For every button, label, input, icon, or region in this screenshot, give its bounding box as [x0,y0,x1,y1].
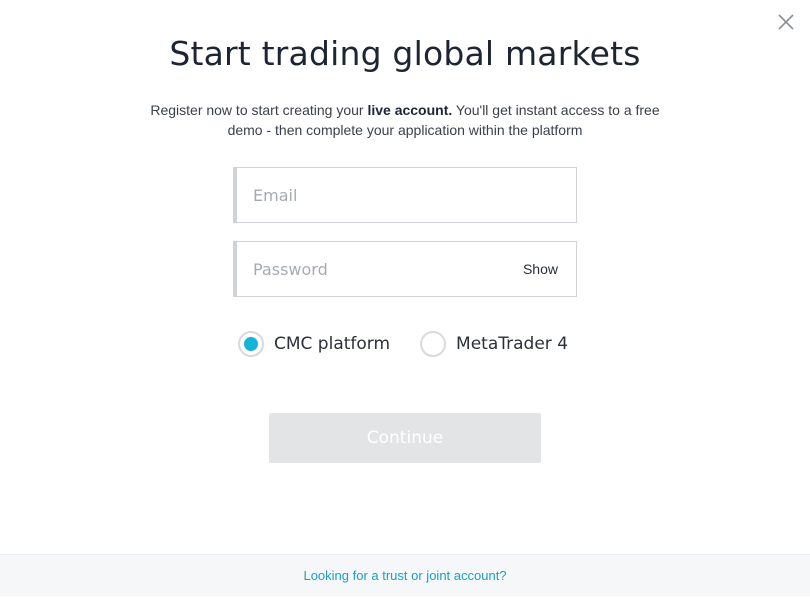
page-title: Start trading global markets [169,34,641,73]
close-icon [778,14,794,30]
intro-text-before: Register now to start creating your [150,102,368,118]
radio-label-cmc-platform: CMC platform [274,334,391,354]
radio-button-selected[interactable] [238,331,264,357]
intro-text: Register now to start creating your live… [135,100,675,140]
trust-joint-account-link[interactable]: Looking for a trust or joint account? [303,555,506,597]
intro-text-bold: live account. [367,102,453,118]
radio-label-metatrader-4: MetaTrader 4 [456,334,569,354]
continue-button[interactable]: Continue [269,413,541,463]
email-field-container [233,167,577,223]
registration-modal: Start trading global markets Register no… [0,0,810,596]
platform-radio-group: CMC platform MetaTrader 4 [238,330,598,358]
password-field-container: Show [233,241,577,297]
footer-bar: Looking for a trust or joint account? [0,554,810,596]
radio-metatrader-4[interactable]: MetaTrader 4 [420,331,568,357]
radio-cmc-platform[interactable]: CMC platform [238,331,390,357]
radio-selected-dot [244,337,258,351]
email-input[interactable] [253,168,493,222]
show-password-button[interactable]: Show [523,242,558,296]
radio-button-unselected[interactable] [420,331,447,357]
password-input[interactable] [253,242,493,296]
close-button[interactable] [776,12,796,32]
